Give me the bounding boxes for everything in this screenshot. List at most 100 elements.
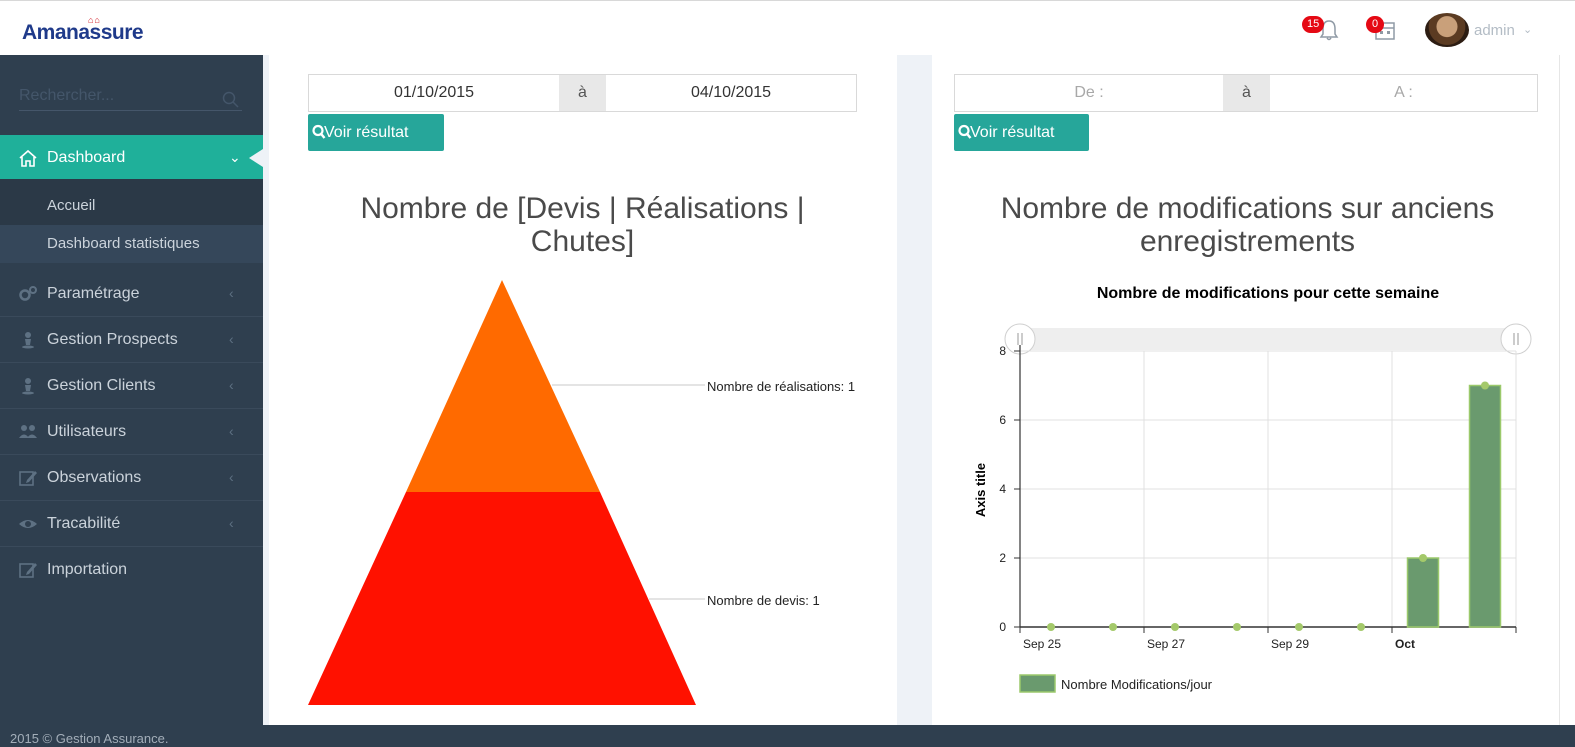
user-name[interactable]: admin bbox=[1474, 22, 1515, 39]
edit-icon bbox=[19, 471, 37, 486]
sidebar-item-label: Importation bbox=[47, 561, 128, 578]
sidebar-item-label: Paramétrage bbox=[47, 285, 140, 302]
legend-label: Nombre Modifications/jour bbox=[1061, 677, 1213, 692]
sidebar-item-gestion-clients[interactable]: Gestion Clients ‹ bbox=[0, 363, 263, 409]
sidebar-subitem-label: Accueil bbox=[47, 197, 96, 214]
button-label: Voir résultat bbox=[324, 124, 409, 141]
funnel-label-realisations: Nombre de réalisations: 1 bbox=[707, 379, 855, 394]
sidebar-item-label: Tracabilité bbox=[47, 515, 121, 532]
button-label: Voir résultat bbox=[970, 124, 1055, 141]
navigator-handle-right[interactable] bbox=[1500, 323, 1532, 355]
date-to-input[interactable]: 04/10/2015 bbox=[606, 75, 856, 111]
chevron-down-icon[interactable]: ⌄ bbox=[1523, 23, 1532, 36]
date-range-separator: à bbox=[559, 75, 606, 111]
x-tick-label: Sep 25 bbox=[1023, 637, 1061, 651]
funnel-segment-devis[interactable] bbox=[308, 492, 696, 705]
chart-bar[interactable] bbox=[1468, 384, 1502, 628]
avatar[interactable] bbox=[1425, 13, 1469, 47]
footer-copyright: 2015 © Gestion Assurance. bbox=[10, 731, 169, 746]
y-axis: 0 2 4 6 8 bbox=[999, 344, 1021, 634]
sidebar-item-dashboard[interactable]: Dashboard ⌄ bbox=[0, 135, 263, 180]
chevron-left-icon: ‹ bbox=[229, 285, 234, 301]
chart-point[interactable] bbox=[1357, 623, 1365, 631]
left-date-range: 01/10/2015 à 04/10/2015 bbox=[308, 74, 857, 112]
legend-swatch bbox=[1019, 674, 1056, 693]
person-icon bbox=[22, 378, 34, 395]
chart-title: Nombre de modifications pour cette semai… bbox=[1097, 285, 1439, 302]
x-tick-label: Oct bbox=[1395, 637, 1415, 651]
funnel-panel-title: Nombre de [Devis | Réalisations | Chutes… bbox=[360, 192, 805, 258]
chevron-left-icon: ‹ bbox=[229, 423, 234, 439]
sidebar-subitem-accueil[interactable]: Accueil bbox=[0, 187, 263, 225]
chevron-left-icon: ‹ bbox=[229, 469, 234, 485]
search-input[interactable]: Rechercher... bbox=[19, 87, 242, 111]
sidebar-item-label: Gestion Prospects bbox=[47, 331, 178, 348]
sidebar-item-parametrage[interactable]: Paramétrage ‹ bbox=[0, 271, 263, 317]
chart-point[interactable] bbox=[1419, 554, 1427, 562]
chart-point[interactable] bbox=[1481, 381, 1489, 390]
voir-resultat-button[interactable]: Voir résultat bbox=[308, 114, 444, 151]
chevron-down-icon: ⌄ bbox=[229, 149, 241, 165]
right-date-range: De : à A : bbox=[954, 74, 1538, 112]
funnel-label-devis: Nombre de devis: 1 bbox=[707, 593, 820, 608]
chevron-left-icon: ‹ bbox=[229, 377, 234, 393]
app-logo[interactable]: ⌂⌂ Amanassure bbox=[22, 15, 144, 45]
person-icon bbox=[22, 332, 34, 349]
logo-text: Amanassure bbox=[22, 21, 144, 44]
chart-point[interactable] bbox=[1295, 623, 1303, 631]
search-icon bbox=[312, 124, 326, 139]
date-from-input[interactable]: De : bbox=[955, 75, 1223, 111]
sidebar-item-label: Observations bbox=[47, 469, 142, 486]
voir-resultat-button[interactable]: Voir résultat bbox=[954, 114, 1089, 151]
y-tick-label: 4 bbox=[999, 482, 1006, 496]
funnel-chart: Nombre de réalisations: 1 Nombre de devi… bbox=[308, 280, 855, 705]
chart-point[interactable] bbox=[1109, 623, 1117, 631]
chart-panel-title: Nombre de modifications sur anciens enre… bbox=[1000, 192, 1495, 258]
active-indicator bbox=[249, 149, 263, 167]
y-tick-label: 2 bbox=[999, 551, 1006, 565]
eye-icon bbox=[19, 520, 37, 528]
search-icon bbox=[958, 124, 972, 139]
sidebar-item-label: Dashboard bbox=[47, 149, 126, 166]
chart-bar[interactable] bbox=[1406, 557, 1440, 628]
gears-icon bbox=[19, 286, 37, 301]
users-icon bbox=[19, 425, 37, 438]
y-tick-label: 8 bbox=[999, 344, 1006, 358]
funnel-segment-realisations[interactable] bbox=[406, 280, 600, 492]
sidebar-subitem-dashboard-statistiques[interactable]: Dashboard statistiques bbox=[0, 225, 263, 263]
sidebar-item-tracabilite[interactable]: Tracabilité ‹ bbox=[0, 501, 263, 547]
footer: 2015 © Gestion Assurance. bbox=[0, 725, 1575, 747]
chart-point[interactable] bbox=[1233, 623, 1241, 631]
sidebar-item-utilisateurs[interactable]: Utilisateurs ‹ bbox=[0, 409, 263, 455]
x-tick-label: Sep 27 bbox=[1147, 637, 1185, 651]
sidebar-item-importation[interactable]: Importation bbox=[0, 547, 263, 593]
y-axis-title: Axis title bbox=[973, 463, 988, 517]
sidebar-item-gestion-prospects[interactable]: Gestion Prospects ‹ bbox=[0, 317, 263, 363]
x-axis: Sep 25 Sep 27 Sep 29 Oct bbox=[1019, 626, 1517, 651]
navigator-track[interactable] bbox=[1020, 328, 1516, 350]
date-from-input[interactable]: 01/10/2015 bbox=[309, 75, 559, 111]
home-icon bbox=[19, 149, 37, 167]
date-range-separator: à bbox=[1223, 75, 1270, 111]
bar-series bbox=[1406, 384, 1502, 628]
chart-grid bbox=[1020, 350, 1517, 627]
chevron-left-icon: ‹ bbox=[229, 515, 234, 531]
chart-point[interactable] bbox=[1047, 623, 1055, 631]
dashboard-submenu: Accueil Dashboard statistiques bbox=[0, 179, 263, 263]
search-icon[interactable] bbox=[222, 91, 240, 109]
chevron-left-icon: ‹ bbox=[229, 331, 234, 347]
notifications-badge: 15 bbox=[1302, 16, 1325, 33]
sidebar: Rechercher... Dashboard ⌄ Accueil Dashbo… bbox=[0, 55, 263, 725]
top-navbar: ⌂⌂ Amanassure 15 0 admin ⌄ bbox=[0, 0, 1575, 55]
chart-legend[interactable]: Nombre Modifications/jour bbox=[1019, 674, 1213, 693]
scrollbar[interactable] bbox=[1559, 55, 1575, 725]
search-placeholder: Rechercher... bbox=[19, 87, 115, 104]
x-tick-label: Sep 29 bbox=[1271, 637, 1309, 651]
sidebar-item-observations[interactable]: Observations ‹ bbox=[0, 455, 263, 501]
chart-point[interactable] bbox=[1171, 623, 1179, 631]
y-tick-label: 6 bbox=[999, 413, 1006, 427]
date-to-input[interactable]: A : bbox=[1270, 75, 1537, 111]
sidebar-item-label: Gestion Clients bbox=[47, 377, 156, 394]
sidebar-subitem-label: Dashboard statistiques bbox=[47, 235, 200, 252]
sidebar-item-label: Utilisateurs bbox=[47, 423, 127, 440]
